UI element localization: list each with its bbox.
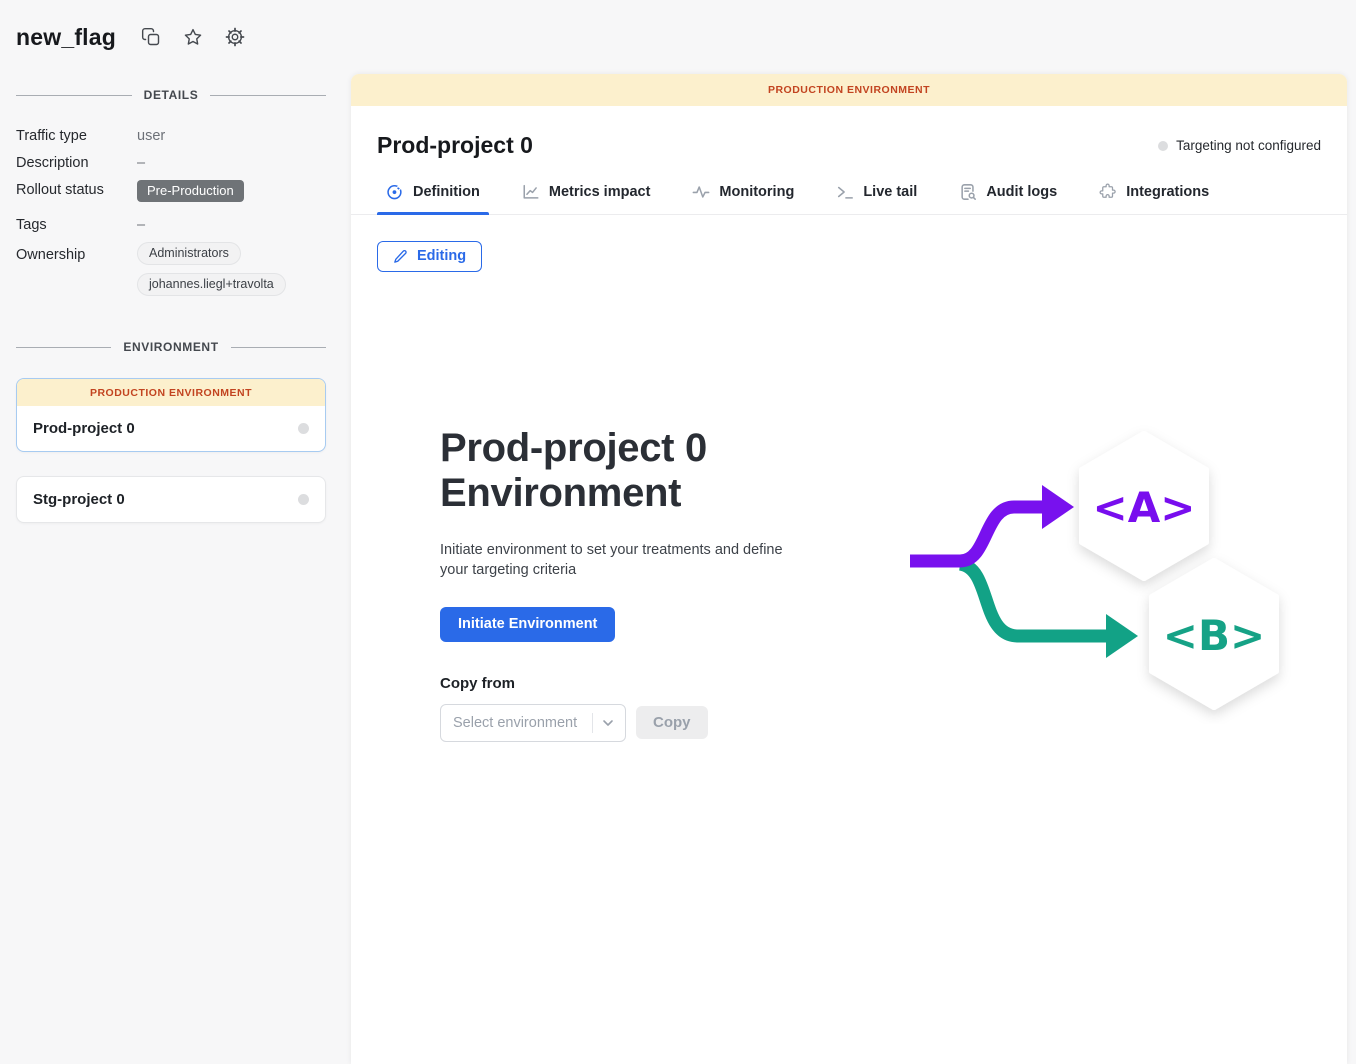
ownership-pills: Administrators johannes.liegl+travolta [137,242,326,296]
target-edit-icon [386,183,404,201]
copy-icon[interactable] [140,26,162,48]
hexagon-b: <B> [1152,561,1276,707]
environment-section-header: ENVIRONMENT [16,340,326,354]
description-value: – [137,153,326,171]
copy-from-label: Copy from [440,675,860,692]
targeting-status-label: Targeting not configured [1176,138,1321,153]
tab-definition[interactable]: Definition [377,181,489,214]
purple-branch-line [910,507,1044,561]
tab-bar: Definition Metrics impact Monitoring Liv… [351,181,1347,215]
tags-value: – [137,211,326,233]
traffic-type-value: user [137,126,326,144]
tab-monitoring[interactable]: Monitoring [683,181,803,214]
hero-heading: Prod-project 0 Environment [440,426,785,516]
pulse-icon [692,183,710,201]
rollout-status-badge: Pre-Production [137,180,244,202]
status-dot [298,423,309,434]
environment-title: Prod-project 0 [377,132,533,159]
star-icon[interactable] [182,26,204,48]
environment-heading: ENVIRONMENT [123,340,218,354]
tab-integrations[interactable]: Integrations [1090,181,1218,214]
ab-split-illustration: <A> <B> [902,424,1292,729]
page-header: new_flag [0,0,1356,74]
detail-label: Ownership [16,242,129,263]
production-environment-banner: PRODUCTION ENVIRONMENT [17,379,325,406]
chart-icon [522,183,540,201]
detail-label: Rollout status [16,180,129,198]
select-placeholder: Select environment [453,715,592,731]
tab-live-tail[interactable]: Live tail [827,181,926,214]
flag-title: new_flag [16,24,116,51]
sidebar: DETAILS Traffic type user Description – … [0,74,351,1064]
initiate-environment-button[interactable]: Initiate Environment [440,607,615,642]
editing-button[interactable]: Editing [377,241,482,272]
targeting-status: Targeting not configured [1158,138,1321,153]
environment-name: Prod-project 0 [33,420,135,437]
main-panel: PRODUCTION ENVIRONMENT Prod-project 0 Ta… [351,74,1347,1064]
tab-audit-logs[interactable]: Audit logs [950,181,1066,214]
owner-pill[interactable]: johannes.liegl+travolta [137,273,286,296]
hexagon-b-label: <B> [1163,611,1265,660]
details-section-header: DETAILS [16,88,326,102]
production-environment-banner: PRODUCTION ENVIRONMENT [351,74,1347,106]
copy-button[interactable]: Copy [636,706,708,739]
detail-label: Traffic type [16,126,129,144]
hero-description: Initiate environment to set your treatme… [440,541,812,579]
status-dot [1158,141,1168,151]
detail-label: Tags [16,211,129,233]
teal-branch-line [960,564,1108,636]
puzzle-icon [1099,183,1117,201]
tab-metrics-impact[interactable]: Metrics impact [513,181,660,214]
gear-icon[interactable] [224,26,246,48]
status-dot [298,494,309,505]
details-heading: DETAILS [144,88,199,102]
detail-label: Description [16,153,129,171]
details-grid: Traffic type user Description – Rollout … [16,126,326,296]
teal-arrowhead [1106,614,1138,658]
terminal-icon [836,183,854,201]
document-search-icon [959,183,977,201]
environment-name: Stg-project 0 [33,491,125,508]
pencil-icon [393,249,408,264]
hexagon-a-label: <A> [1093,483,1196,532]
hexagon-a: <A> [1082,434,1206,578]
chevron-down-icon [600,715,616,731]
environment-card-prod[interactable]: PRODUCTION ENVIRONMENT Prod-project 0 [16,378,326,452]
environment-select[interactable]: Select environment [440,704,626,742]
purple-arrowhead [1042,485,1074,529]
environment-card-stg[interactable]: Stg-project 0 [16,476,326,523]
owner-pill[interactable]: Administrators [137,242,241,265]
